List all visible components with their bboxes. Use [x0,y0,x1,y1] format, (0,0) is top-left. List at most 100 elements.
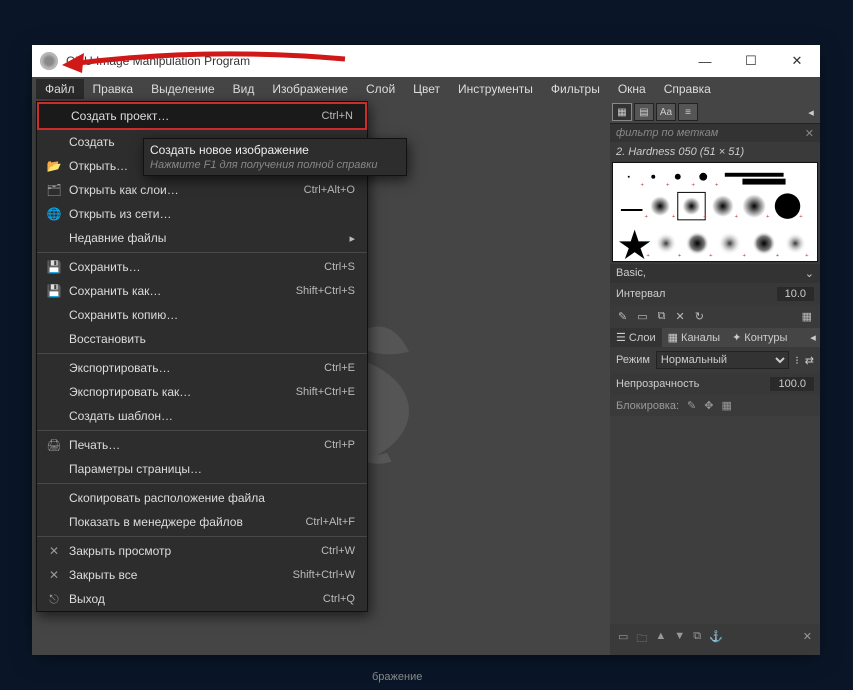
menu-item-label: Показать в менеджере файлов [65,515,305,529]
menu-item-icon: ⎋ [43,592,65,607]
svg-text:+: + [646,253,650,259]
svg-text:+: + [644,214,648,220]
fonts-tab-icon[interactable]: Aa [656,103,676,121]
menu-item-shortcut: Ctrl+Q [323,593,355,605]
open-as-image-icon[interactable]: ▦ [802,310,812,323]
menu-item-icon: ✕ [43,568,65,582]
brush-grid[interactable]: ++++ ++++++ ++++++ [612,162,818,262]
menu-item[interactable]: Показать в менеджере файловCtrl+Alt+F [37,510,367,534]
brush-filter-input[interactable]: фильтр по меткам ✕ [610,124,820,142]
menu-item[interactable]: 🖨Печать…Ctrl+P [37,433,367,457]
layer-up-icon[interactable]: ▲ [655,630,666,649]
submenu-hint: Нажмите F1 для получения полной справки [150,159,400,171]
brush-name-label: 2. Hardness 050 (51 × 51) [610,142,820,162]
interval-field[interactable]: Интервал 10.0 [610,283,820,305]
menu-view[interactable]: Вид [224,79,264,99]
dock-tabs-top: ▦ ▤ Aa ≡ ◂ [610,101,820,124]
clear-filter-icon[interactable]: ✕ [805,127,814,140]
delete-layer-icon[interactable]: ✕ [803,630,812,649]
menu-item-icon: 🗂 [43,183,65,197]
tab-layers[interactable]: ☰Слои [610,328,662,347]
chevron-down-icon: ⌄ [805,267,814,280]
delete-brush-icon[interactable]: ✕ [675,310,684,323]
svg-text:+: + [672,214,676,220]
menu-item[interactable]: ⎋ВыходCtrl+Q [37,587,367,611]
menu-item[interactable]: 💾Сохранить…Ctrl+S [37,255,367,279]
menu-item[interactable]: Восстановить [37,327,367,351]
menu-item[interactable]: Экспортировать как…Shift+Ctrl+E [37,380,367,404]
menu-windows[interactable]: Окна [609,79,655,99]
menu-help[interactable]: Справка [655,79,720,99]
interval-value: 10.0 [777,287,814,301]
menu-item-label: Сохранить как… [65,284,296,298]
menu-filters[interactable]: Фильтры [542,79,609,99]
menu-item-label: Закрыть все [65,568,293,582]
blend-mode-select[interactable]: Нормальный [656,351,789,369]
menu-item[interactable]: ✕Закрыть просмотрCtrl+W [37,539,367,563]
layer-down-icon[interactable]: ▼ [674,630,685,649]
lock-position-icon[interactable]: ✥ [704,399,713,412]
svg-text:+: + [678,253,682,259]
layer-group-icon[interactable]: 🗀 [636,630,647,649]
menu-item[interactable]: Сохранить копию… [37,303,367,327]
anchor-layer-icon[interactable]: ⚓ [709,630,723,649]
menu-edit[interactable]: Правка [84,79,143,99]
edit-brush-icon[interactable]: ✎ [618,310,627,323]
menu-item-label: Экспортировать… [65,361,324,375]
svg-text:+: + [805,253,809,259]
tab-menu-icon[interactable]: ◂ [804,103,818,121]
menu-item[interactable]: 💾Сохранить как…Shift+Ctrl+S [37,279,367,303]
mode-toggle-icon[interactable]: ⁝ [795,354,799,367]
menu-item-label: Открыть из сети… [65,207,355,221]
menu-image[interactable]: Изображение [263,79,357,99]
lock-alpha-icon[interactable]: ▦ [721,399,731,412]
menu-item[interactable]: Экспортировать…Ctrl+E [37,356,367,380]
menu-item[interactable]: ✕Закрыть всеShift+Ctrl+W [37,563,367,587]
opacity-field[interactable]: Непрозрачность 100.0 [610,373,820,395]
menu-tools[interactable]: Инструменты [449,79,542,99]
create-submenu-tooltip: Создать новое изображение Нажмите F1 для… [143,138,407,176]
maximize-button[interactable]: ☐ [728,45,774,77]
submenu-title: Создать новое изображение [150,143,400,157]
lock-pixels-icon[interactable]: ✎ [687,399,696,412]
menu-item[interactable]: Недавние файлы▸ [37,226,367,250]
menu-item[interactable]: Скопировать расположение файла [37,486,367,510]
menu-item[interactable]: Создать шаблон… [37,404,367,428]
menu-item-label: Параметры страницы… [65,462,355,476]
close-button[interactable]: ✕ [774,45,820,77]
minimize-button[interactable]: — [682,45,728,77]
brush-preset-select[interactable]: Basic,⌄ [610,264,820,283]
menu-item-shortcut: Shift+Ctrl+E [296,386,355,398]
mode-swap-icon[interactable]: ⇄ [805,354,814,367]
tab-channels[interactable]: ▦Каналы [662,328,726,347]
menu-select[interactable]: Выделение [142,79,224,99]
menu-item-label: Выход [65,592,323,606]
brushes-tab-icon[interactable]: ▦ [612,103,632,121]
menu-item-label: Экспортировать как… [65,385,296,399]
menu-item[interactable]: Создать проект…Ctrl+N [37,102,367,130]
patterns-tab-icon[interactable]: ▤ [634,103,654,121]
refresh-brush-icon[interactable]: ↻ [695,310,704,323]
new-brush-icon[interactable]: ▭ [637,310,647,323]
layer-tab-menu-icon[interactable]: ◂ [806,328,820,347]
duplicate-layer-icon[interactable]: ⧉ [693,630,701,649]
menu-item[interactable]: Параметры страницы… [37,457,367,481]
svg-text:+: + [703,214,707,220]
menu-file[interactable]: Файл [36,79,84,99]
svg-text:+: + [776,253,780,259]
duplicate-brush-icon[interactable]: ⧉ [658,310,666,323]
menu-item-shortcut: Ctrl+Alt+O [304,184,355,196]
menu-item[interactable]: 🌐Открыть из сети… [37,202,367,226]
history-tab-icon[interactable]: ≡ [678,103,698,121]
menu-layer[interactable]: Слой [357,79,404,99]
layers-list[interactable] [610,416,820,624]
new-layer-icon[interactable]: ▭ [618,630,628,649]
menu-item-shortcut: Ctrl+E [324,362,355,374]
menu-item-shortcut: Shift+Ctrl+S [296,285,355,297]
menu-item[interactable]: 🗂Открыть как слои…Ctrl+Alt+O [37,178,367,202]
tab-paths[interactable]: ✦Контуры [726,328,793,347]
menu-color[interactable]: Цвет [404,79,449,99]
canvas-hint: бражение [372,671,422,683]
file-menu-popup: Создать новое изображение Нажмите F1 для… [36,101,368,612]
layer-tabs: ☰Слои ▦Каналы ✦Контуры ◂ [610,328,820,347]
